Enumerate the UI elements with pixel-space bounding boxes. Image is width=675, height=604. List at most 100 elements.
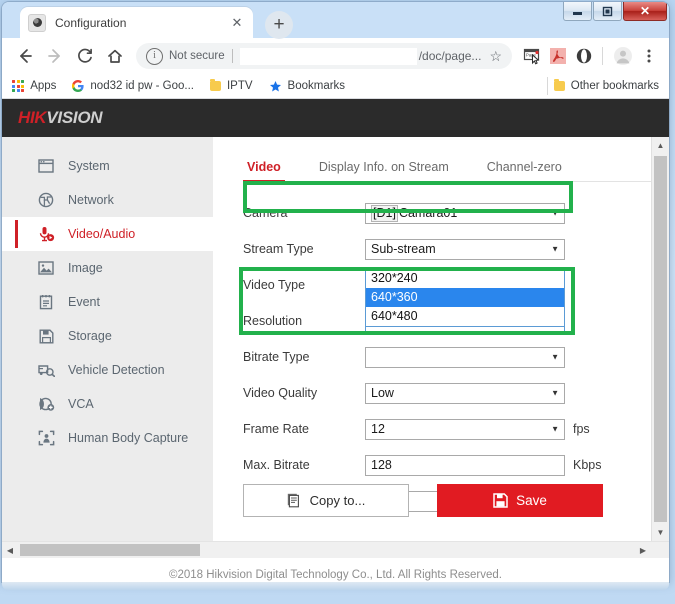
chrome-menu-button[interactable]: [637, 44, 661, 68]
copy-icon: [287, 493, 302, 508]
max-bitrate-label: Max. Bitrate: [243, 458, 365, 472]
tab-display-info-on-stream[interactable]: Display Info. on Stream: [315, 160, 453, 181]
scroll-down-button[interactable]: ▼: [652, 524, 669, 541]
bookmark-nod32[interactable]: nod32 id pw - Goo...: [72, 80, 194, 92]
bookmarks-bar: Apps nod32 id pw - Goo... IPTV Bookmarks…: [2, 74, 669, 99]
stream-type-label: Stream Type: [243, 242, 365, 256]
save-button[interactable]: Save: [437, 484, 603, 517]
other-bookmarks-label: Other bookmarks: [571, 80, 659, 92]
scroll-up-button[interactable]: ▲: [652, 137, 669, 154]
close-button[interactable]: ✕: [623, 2, 667, 21]
form-row-max-bitrate: Max. Bitrate Kbps: [243, 450, 669, 480]
reload-icon: [76, 47, 94, 65]
resolution-label: Resolution: [243, 314, 365, 328]
minimize-icon: [572, 7, 583, 16]
reload-button[interactable]: [70, 41, 100, 71]
save-disk-icon: [493, 493, 508, 508]
resolution-option-640x480[interactable]: 640*480: [366, 307, 564, 326]
window-bottom-edge: [2, 582, 669, 590]
camera-select[interactable]: [D1] Camara01 ▼: [365, 203, 565, 224]
tab-video[interactable]: Video: [243, 160, 285, 181]
bitrate-type-select[interactable]: ▼: [365, 347, 565, 368]
sidebar-item-vca[interactable]: VCA: [2, 387, 213, 421]
info-circle-icon[interactable]: i: [146, 48, 163, 65]
bookmark-star-icon[interactable]: ☆: [489, 48, 502, 65]
form-row-video-quality: Video Quality Low ▼: [243, 378, 669, 408]
copy-to-button[interactable]: Copy to...: [243, 484, 409, 517]
new-tab-button[interactable]: +: [265, 11, 293, 39]
folder-icon: [554, 81, 565, 91]
scroll-left-button[interactable]: ◀: [2, 542, 18, 558]
sidebar-item-storage[interactable]: Storage: [2, 319, 213, 353]
floppy-disk-icon: [36, 327, 56, 345]
close-icon[interactable]: ✕: [229, 15, 245, 31]
back-button[interactable]: [10, 41, 40, 71]
arrow-left-icon: [16, 47, 34, 65]
save-label: Save: [516, 493, 547, 508]
scroll-right-button[interactable]: ▶: [635, 542, 651, 558]
max-bitrate-field[interactable]: [365, 455, 565, 476]
video-settings-form: Camera [D1] Camara01 ▼ Stream Type Sub-s…: [213, 182, 669, 516]
star-icon: [269, 80, 282, 93]
system-icon: [36, 157, 56, 175]
video-quality-select[interactable]: Low ▼: [365, 383, 565, 404]
resolution-dropdown-list[interactable]: 320*240 640*360 640*480: [365, 269, 565, 327]
picture-icon: [36, 259, 56, 277]
hikvision-logo: HIKVISION: [18, 108, 102, 128]
resolution-option-320x240[interactable]: 320*240: [366, 269, 564, 288]
sidebar-item-label: System: [68, 159, 110, 173]
logo-part-vision: VISION: [46, 108, 102, 127]
frame-rate-unit: fps: [573, 422, 590, 436]
minimize-button[interactable]: [563, 2, 592, 21]
sidebar-item-label: Network: [68, 193, 114, 207]
adobe-acrobat-extension-icon[interactable]: [546, 44, 570, 68]
bookmark-label: Bookmarks: [288, 80, 346, 92]
resolution-option-640x360[interactable]: 640*360: [366, 288, 564, 307]
bookmark-bookmarks[interactable]: Bookmarks: [269, 80, 346, 93]
sidebar-item-event[interactable]: Event: [2, 285, 213, 319]
action-buttons: Copy to... Save: [243, 484, 603, 517]
web-page: HIKVISION System Network: [2, 99, 669, 582]
stream-type-select[interactable]: Sub-stream ▼: [365, 239, 565, 260]
camera-label: Camera: [243, 206, 365, 220]
sidebar-item-label: Image: [68, 261, 103, 275]
frame-rate-select[interactable]: 12 ▼: [365, 419, 565, 440]
address-bar[interactable]: i Not secure /doc/page... ☆: [136, 43, 512, 69]
max-bitrate-input[interactable]: [371, 458, 559, 472]
page-capture-extension-icon[interactable]: Page: [520, 44, 544, 68]
video-type-label: Video Type: [243, 278, 365, 292]
folder-icon: [210, 81, 221, 91]
sidebar-item-human-body-capture[interactable]: Human Body Capture: [2, 421, 213, 455]
sidebar-item-video-audio[interactable]: Video/Audio: [2, 217, 213, 251]
browser-tab-configuration[interactable]: Configuration ✕: [20, 7, 253, 38]
camera-favicon-icon: [28, 14, 46, 32]
tab-strip: Configuration ✕ + ✕: [2, 2, 669, 38]
maximize-icon: [602, 6, 613, 17]
sidebar-item-label: Event: [68, 295, 100, 309]
bookmark-label: Apps: [30, 80, 56, 92]
tab-channel-zero[interactable]: Channel-zero: [483, 160, 566, 181]
sidebar-item-system[interactable]: System: [2, 149, 213, 183]
maximize-button[interactable]: [593, 2, 622, 21]
sidebar-nav: System Network Video/Audio: [2, 137, 213, 541]
bookmark-label: nod32 id pw - Goo...: [90, 80, 194, 92]
sidebar-item-vehicle-detection[interactable]: Vehicle Detection: [2, 353, 213, 387]
opera-extension-icon[interactable]: [572, 44, 596, 68]
content-vertical-scrollbar[interactable]: ▲ ▼: [651, 137, 669, 541]
vehicle-search-icon: [36, 361, 56, 379]
page-horizontal-scrollbar[interactable]: ◀ ▶: [2, 541, 669, 558]
sidebar-item-image[interactable]: Image: [2, 251, 213, 285]
omnibox-divider: [232, 49, 233, 63]
profile-avatar[interactable]: [611, 44, 635, 68]
forward-button[interactable]: [40, 41, 70, 71]
bookmark-iptv[interactable]: IPTV: [210, 80, 253, 92]
bookmark-apps[interactable]: Apps: [12, 80, 56, 92]
chevron-down-icon: ▼: [551, 209, 559, 218]
bookmark-other[interactable]: Other bookmarks: [554, 80, 659, 92]
sidebar-item-network[interactable]: Network: [2, 183, 213, 217]
home-button[interactable]: [100, 41, 130, 71]
horizontal-scrollbar-thumb[interactable]: [20, 544, 200, 556]
form-row-camera: Camera [D1] Camara01 ▼: [243, 198, 669, 228]
vertical-scrollbar-thumb[interactable]: [654, 156, 667, 522]
main-panel: Video Display Info. on Stream Channel-ze…: [213, 137, 669, 541]
